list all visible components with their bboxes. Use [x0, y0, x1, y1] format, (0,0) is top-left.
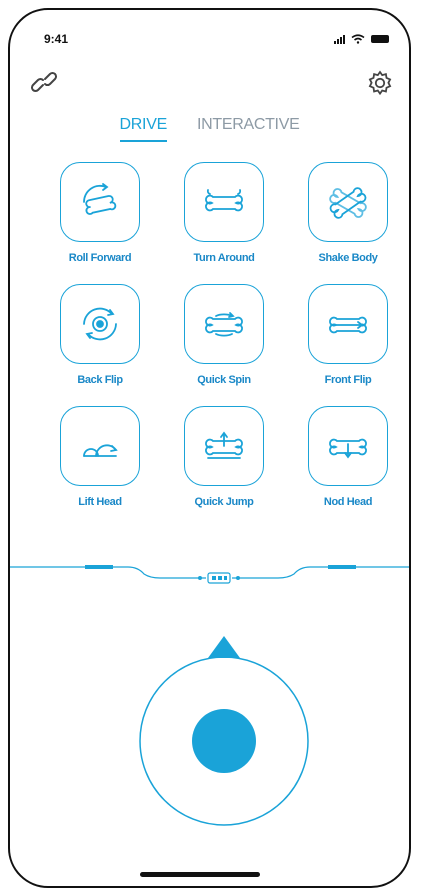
status-time: 9:41 — [44, 32, 69, 46]
quick-jump-icon — [205, 431, 243, 459]
tab-interactive[interactable]: INTERACTIVE — [197, 116, 300, 142]
action-label: Front Flip — [324, 374, 372, 386]
action-label: Nod Head — [323, 496, 373, 508]
joystick-knob[interactable] — [192, 709, 256, 773]
status-icons — [334, 34, 389, 44]
action-label: Turn Around — [193, 252, 255, 264]
nod-head-button[interactable]: Nod Head — [298, 406, 398, 508]
arrow-up-icon — [208, 636, 240, 658]
nod-head-icon — [329, 438, 367, 459]
action-tile — [60, 284, 140, 364]
roll-forward-button[interactable]: Roll Forward — [50, 162, 150, 264]
action-label: Back Flip — [77, 374, 123, 386]
quick-jump-button[interactable]: Quick Jump — [174, 406, 274, 508]
action-tile — [184, 162, 264, 242]
top-bar — [30, 68, 395, 102]
front-flip-button[interactable]: Front Flip — [298, 284, 398, 386]
lift-head-button[interactable]: Lift Head — [50, 406, 150, 508]
action-tile — [308, 162, 388, 242]
link-icon[interactable] — [30, 68, 60, 98]
action-label: Shake Body — [318, 252, 378, 264]
action-tile — [60, 406, 140, 486]
lift-head-icon — [83, 444, 118, 457]
turn-around-button[interactable]: Turn Around — [174, 162, 274, 264]
shake-body-button[interactable]: Shake Body — [298, 162, 398, 264]
quick-spin-icon — [205, 312, 243, 337]
back-flip-button[interactable]: Back Flip — [50, 284, 150, 386]
action-label: Lift Head — [78, 496, 122, 508]
section-divider — [10, 565, 409, 584]
mode-tabs: DRIVE INTERACTIVE — [10, 116, 409, 142]
signal-icon — [334, 34, 345, 44]
action-grid: Roll Forward Turn Around Shake Body Back… — [50, 162, 390, 508]
quick-spin-button[interactable]: Quick Spin — [174, 284, 274, 386]
tab-drive[interactable]: DRIVE — [119, 116, 167, 142]
action-tile — [184, 406, 264, 486]
joystick[interactable] — [10, 628, 411, 858]
turn-around-icon — [205, 189, 243, 212]
action-tile — [308, 406, 388, 486]
action-tile — [60, 162, 140, 242]
gear-icon[interactable] — [365, 68, 395, 98]
home-indicator[interactable] — [140, 872, 260, 877]
back-flip-icon — [83, 307, 117, 341]
front-flip-icon — [329, 316, 367, 334]
phone-frame: 9:41 DRIVE INTERACTIVE Roll Forward Turn… — [8, 8, 411, 888]
action-tile — [184, 284, 264, 364]
shake-body-icon — [329, 187, 367, 219]
battery-icon — [371, 35, 389, 43]
action-tile — [308, 284, 388, 364]
action-label: Roll Forward — [68, 252, 132, 264]
roll-forward-icon — [83, 183, 117, 215]
action-label: Quick Spin — [197, 374, 251, 386]
wifi-icon — [351, 34, 365, 44]
status-bar: 9:41 — [44, 32, 389, 50]
action-label: Quick Jump — [194, 496, 254, 508]
